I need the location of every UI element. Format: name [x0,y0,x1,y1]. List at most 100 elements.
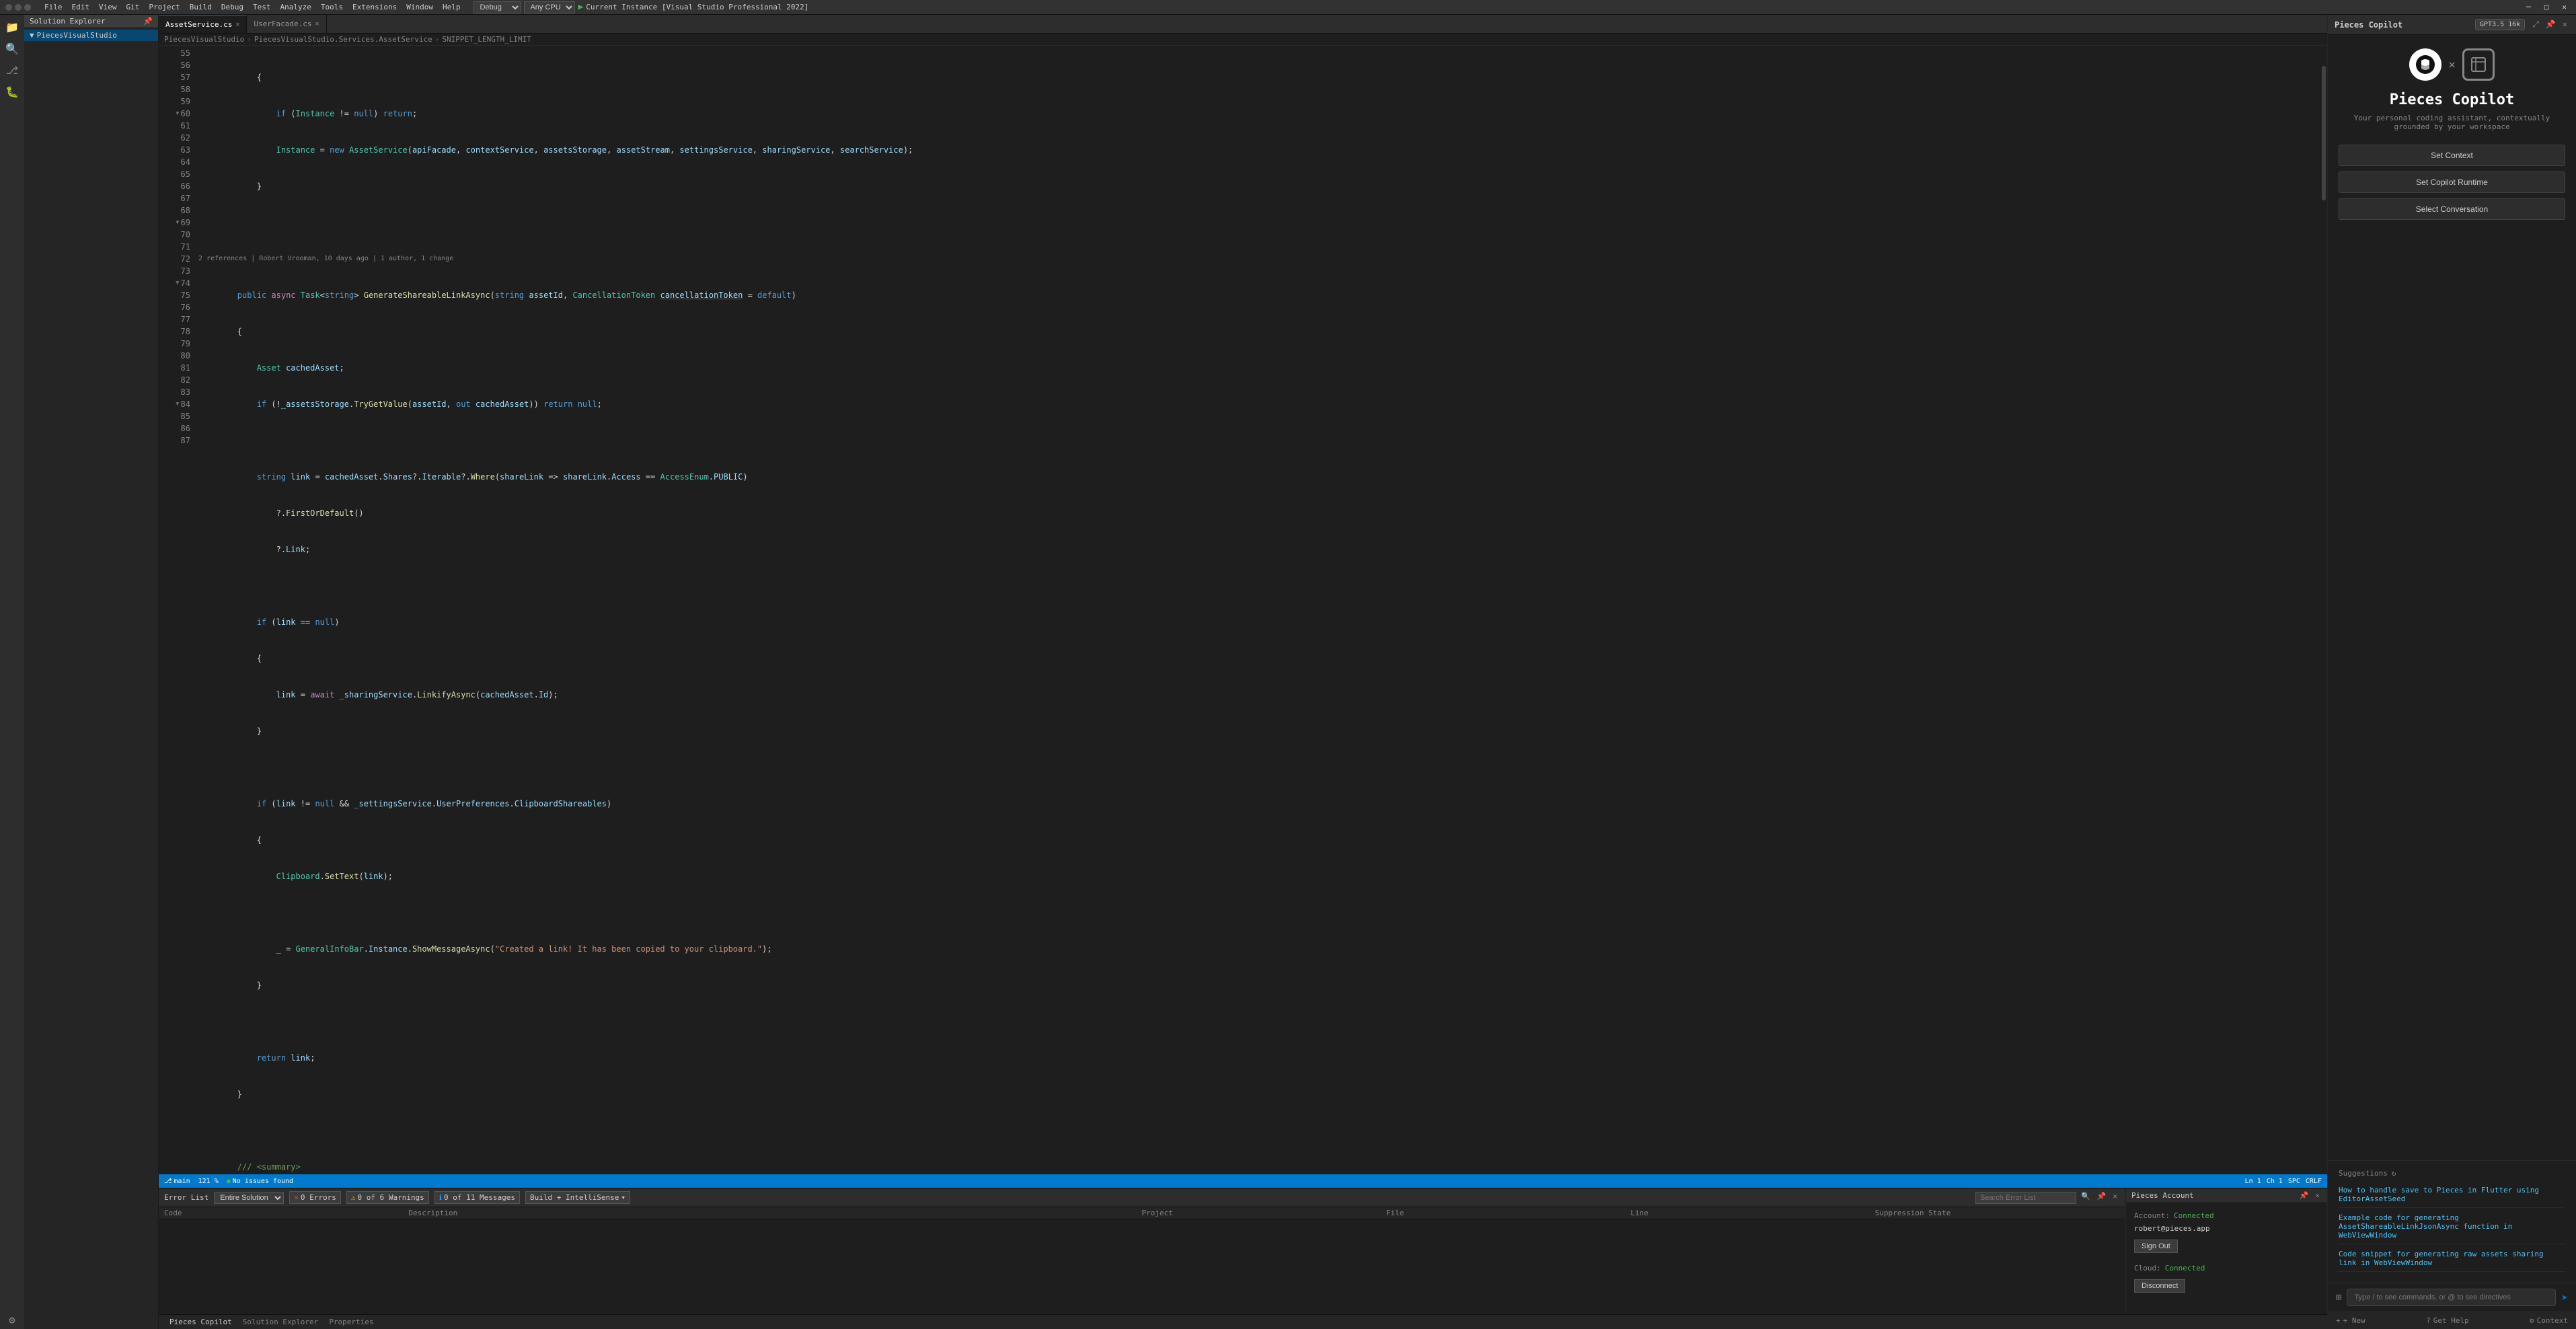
error-search-input[interactable] [1975,1192,2076,1204]
status-zoom[interactable]: 121 % [198,1178,219,1185]
status-crlf[interactable]: CRLF [2306,1178,2322,1185]
tab-assetservice-close[interactable]: ✕ [235,21,239,28]
tab-userfacade[interactable]: UserFacade.cs ✕ [247,15,326,33]
suggestion-item-1[interactable]: How to handle save to Pieces in Flutter … [2339,1183,2565,1208]
info-circle-icon: ℹ [439,1193,442,1202]
tree-item-pieces[interactable]: ▼ PiecesVisualStudio [24,30,158,41]
code-content[interactable]: { if (Instance != null) return; Instance… [196,46,2320,1174]
copilot-expand-icon[interactable]: ⤢ [2530,20,2541,30]
copilot-send-button[interactable]: ➤ [2561,1291,2568,1304]
editor-scrollbar[interactable] [2320,46,2327,1174]
copilot-pin-icon[interactable]: 📌 [2544,20,2558,30]
maximize-button[interactable]: □ [2540,3,2553,11]
error-scope-select[interactable]: Entire Solution Current Project [214,1192,284,1204]
messages-button[interactable]: ℹ 0 of 11 Messages [434,1191,520,1204]
fold-74[interactable]: ▼ [176,277,179,289]
copilot-input[interactable] [2347,1289,2556,1306]
errors-button[interactable]: ✕ 0 Errors [289,1191,341,1204]
sign-out-button[interactable]: Sign Out [2134,1240,2178,1253]
copilot-close-icon[interactable]: ✕ [2561,20,2569,30]
git-icon[interactable]: ⎇ [3,61,22,79]
editor-area: AssetService.cs ✕ UserFacade.cs ✕ Pieces… [159,15,2327,1329]
dropdown-arrow: ▾ [621,1193,626,1202]
breadcrumb-item-2[interactable]: PiecesVisualStudio.Services.AssetService [254,35,432,44]
get-help-button[interactable]: ? Get Help [2426,1316,2469,1325]
menu-build[interactable]: Build [186,1,216,13]
context-button[interactable]: ⚙ Context [2530,1316,2568,1325]
run-button[interactable]: ▶ [578,2,583,12]
panel-close-icon[interactable]: ✕ [2111,1192,2119,1204]
status-branch[interactable]: ⎇ main [164,1178,190,1185]
fold-60[interactable]: ▼ [176,108,179,120]
menu-extensions[interactable]: Extensions [348,1,401,13]
line-num-56: 56 [161,59,190,71]
suggestion-item-3[interactable]: Code snippet for generating raw assets s… [2339,1247,2565,1272]
fold-69[interactable]: ▼ [176,217,179,229]
breadcrumb-item-1[interactable]: PiecesVisualStudio [164,35,244,44]
close-button[interactable]: ✕ [2558,3,2571,11]
set-copilot-runtime-button[interactable]: Set Copilot Runtime [2339,172,2565,193]
explorer-icon[interactable]: 📁 [3,17,22,36]
status-ln[interactable]: Ln 1 [2245,1178,2261,1185]
menu-window[interactable]: Window [402,1,437,13]
line-num-86: 86 [161,422,190,434]
refresh-icon[interactable]: ↻ [2392,1169,2396,1178]
status-spc[interactable]: SPC [2288,1178,2300,1185]
breadcrumb-item-3[interactable]: SNIPPET_LENGTH_LIMIT [442,35,531,44]
menu-tools[interactable]: Tools [317,1,347,13]
menu-file[interactable]: File [40,1,67,13]
new-conversation-button[interactable]: + + New [2336,1316,2365,1325]
menu-help[interactable]: Help [439,1,465,13]
new-label: + New [2343,1316,2365,1325]
debug-icon[interactable]: 🐛 [3,82,22,101]
suggestion-item-2[interactable]: Example code for generating AssetShareab… [2339,1211,2565,1244]
title-bar: File Edit View Git Project Build Debug T… [0,0,2576,15]
build-label: Build + IntelliSense [530,1193,619,1202]
solution-pin-icon[interactable]: 📌 [143,17,153,26]
line-num-71: 71 [161,241,190,253]
status-no-issues[interactable]: ● No issues found [227,1178,293,1185]
warnings-button[interactable]: ⚠ 0 of 6 Warnings [346,1191,429,1204]
scroll-thumb[interactable] [2322,66,2326,200]
fold-84[interactable]: ▼ [176,398,179,410]
code-line-69: if (link == null) [196,616,2320,628]
instance-label: Current Instance [Visual Studio Professi… [586,3,808,11]
line-num-80: 80 [161,350,190,362]
tab-assetservice[interactable]: AssetService.cs ✕ [159,15,247,33]
tab-userfacade-close[interactable]: ✕ [315,20,319,28]
extensions-icon[interactable]: ⚙ [3,1310,22,1329]
account-email-row: robert@pieces.app [2134,1224,2319,1233]
warning-triangle-icon: ⚠ [351,1193,356,1202]
debug-bar: Debug Release Any CPU x64 ▶ Current Inst… [473,1,808,13]
status-col[interactable]: Ch 1 [2267,1178,2283,1185]
line-num-64: 64 [161,156,190,168]
minimize-button[interactable]: ─ [2522,3,2535,11]
select-conversation-button[interactable]: Select Conversation [2339,198,2565,220]
menu-project[interactable]: Project [145,1,184,13]
bp-tab-pieces-copilot[interactable]: Pieces Copilot [164,1318,237,1326]
search-icon[interactable]: 🔍 [3,39,22,58]
panel-pin-icon[interactable]: 📌 [2095,1192,2109,1204]
ln-text: Ln 1 [2245,1178,2261,1185]
menu-git[interactable]: Git [122,1,144,13]
dot2 [15,4,22,11]
menu-test[interactable]: Test [249,1,275,13]
set-context-button[interactable]: Set Context [2339,145,2565,166]
bp-tab-properties[interactable]: Properties [324,1318,379,1326]
menu-edit[interactable]: Edit [68,1,94,13]
cloud-label: Cloud: [2134,1264,2161,1273]
pieces-account-close-icon[interactable]: ✕ [2313,1191,2322,1200]
copilot-header-right: GPT3.5 16k ⤢ 📌 ✕ [2475,19,2569,30]
menu-analyze[interactable]: Analyze [276,1,315,13]
breadcrumb-sep-2: › [435,35,440,44]
gpt-badge[interactable]: GPT3.5 16k [2475,19,2525,30]
pieces-account-pin-icon[interactable]: 📌 [2298,1191,2311,1200]
cpu-select[interactable]: Any CPU x64 [524,1,575,13]
menu-view[interactable]: View [95,1,121,13]
build-intellisense-dropdown[interactable]: Build + IntelliSense ▾ [525,1191,630,1204]
search-icon-btn[interactable]: 🔍 [2079,1192,2092,1204]
bp-tab-solution-explorer[interactable]: Solution Explorer [237,1318,324,1326]
debug-mode-select[interactable]: Debug Release [473,1,521,13]
menu-debug[interactable]: Debug [217,1,248,13]
disconnect-button[interactable]: Disconnect [2134,1279,2185,1293]
